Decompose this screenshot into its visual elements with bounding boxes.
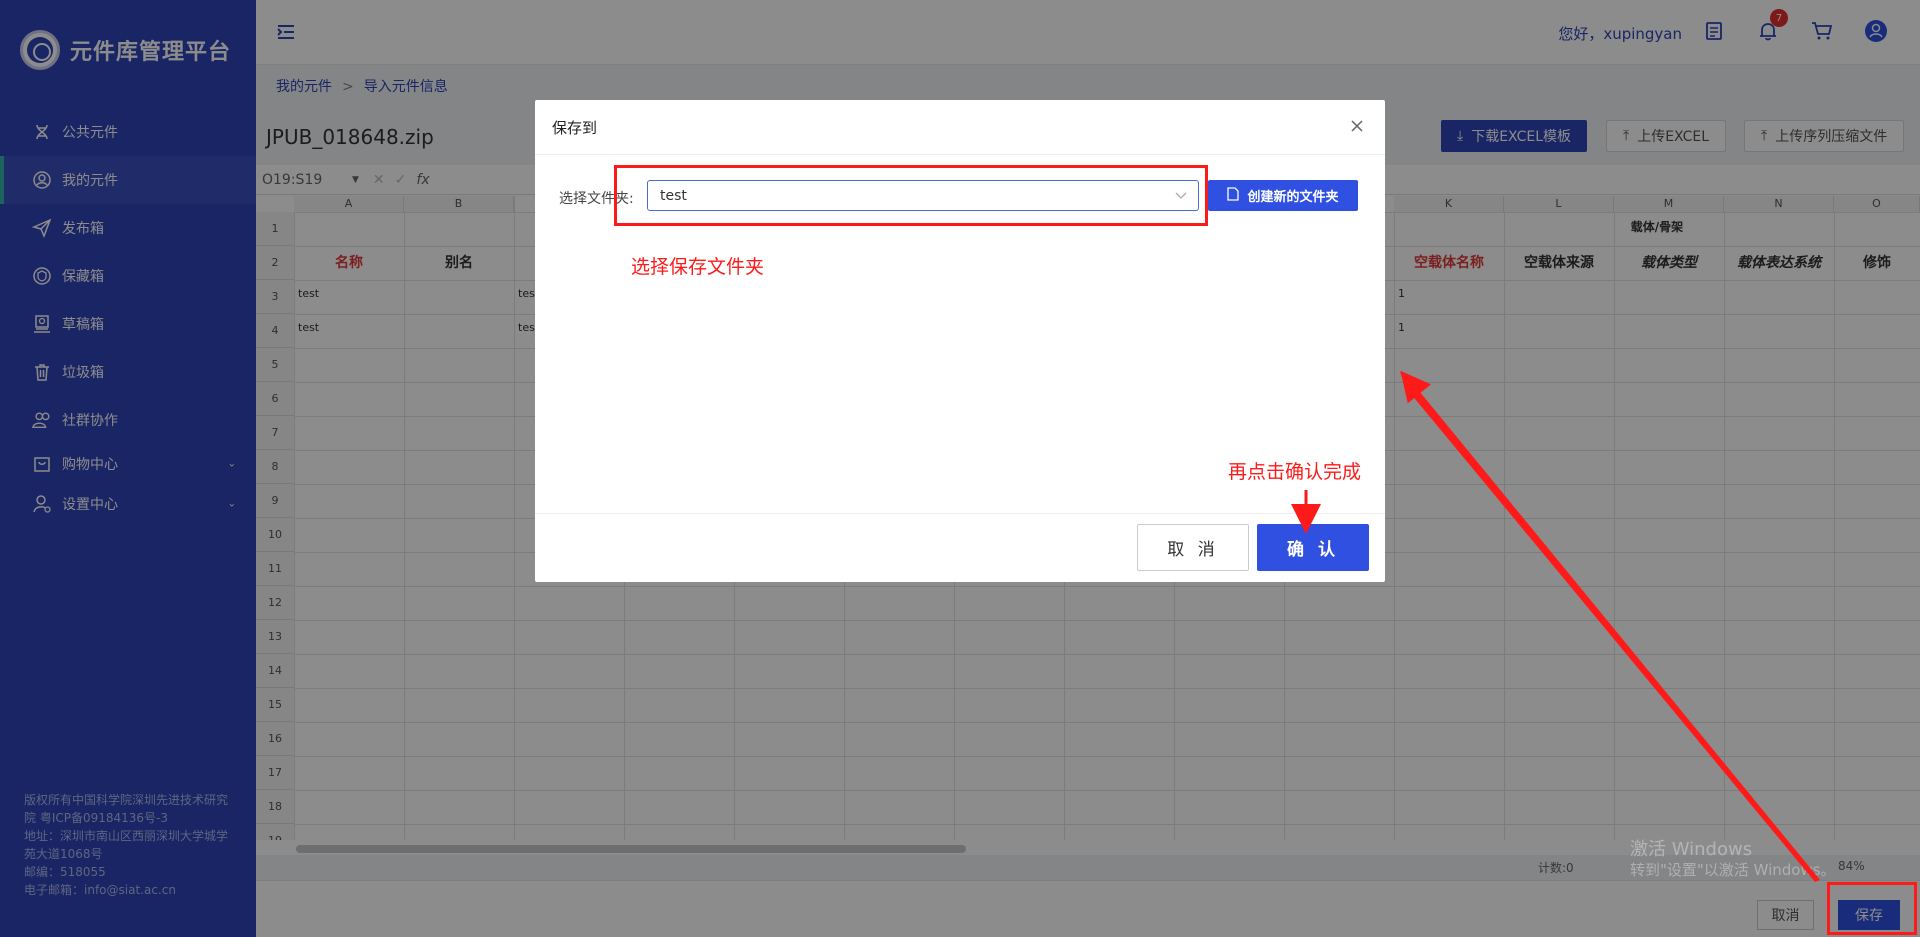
annotation-box-folder <box>614 165 1208 226</box>
create-folder-label: 创建新的文件夹 <box>1247 190 1339 205</box>
cancel-button[interactable]: 取 消 <box>1137 524 1249 571</box>
confirm-button[interactable]: 确 认 <box>1257 524 1369 571</box>
watermark-line1: 激活 Windows <box>1630 839 1753 860</box>
watermark-line2: 转到"设置"以激活 Windows。 <box>1630 861 1836 879</box>
annotation-click-confirm: 再点击确认完成 <box>1228 461 1362 483</box>
annotation-box-save <box>1827 882 1917 935</box>
create-folder-button[interactable]: 创建新的文件夹 <box>1208 180 1358 211</box>
annotation-choose-folder: 选择保存文件夹 <box>631 256 765 278</box>
dialog-title: 保存到 <box>535 100 1385 155</box>
file-icon <box>1227 186 1240 205</box>
close-icon[interactable] <box>1349 118 1365 134</box>
windows-activation-watermark: 激活 Windows 转到"设置"以激活 Windows。 <box>1630 840 1836 880</box>
